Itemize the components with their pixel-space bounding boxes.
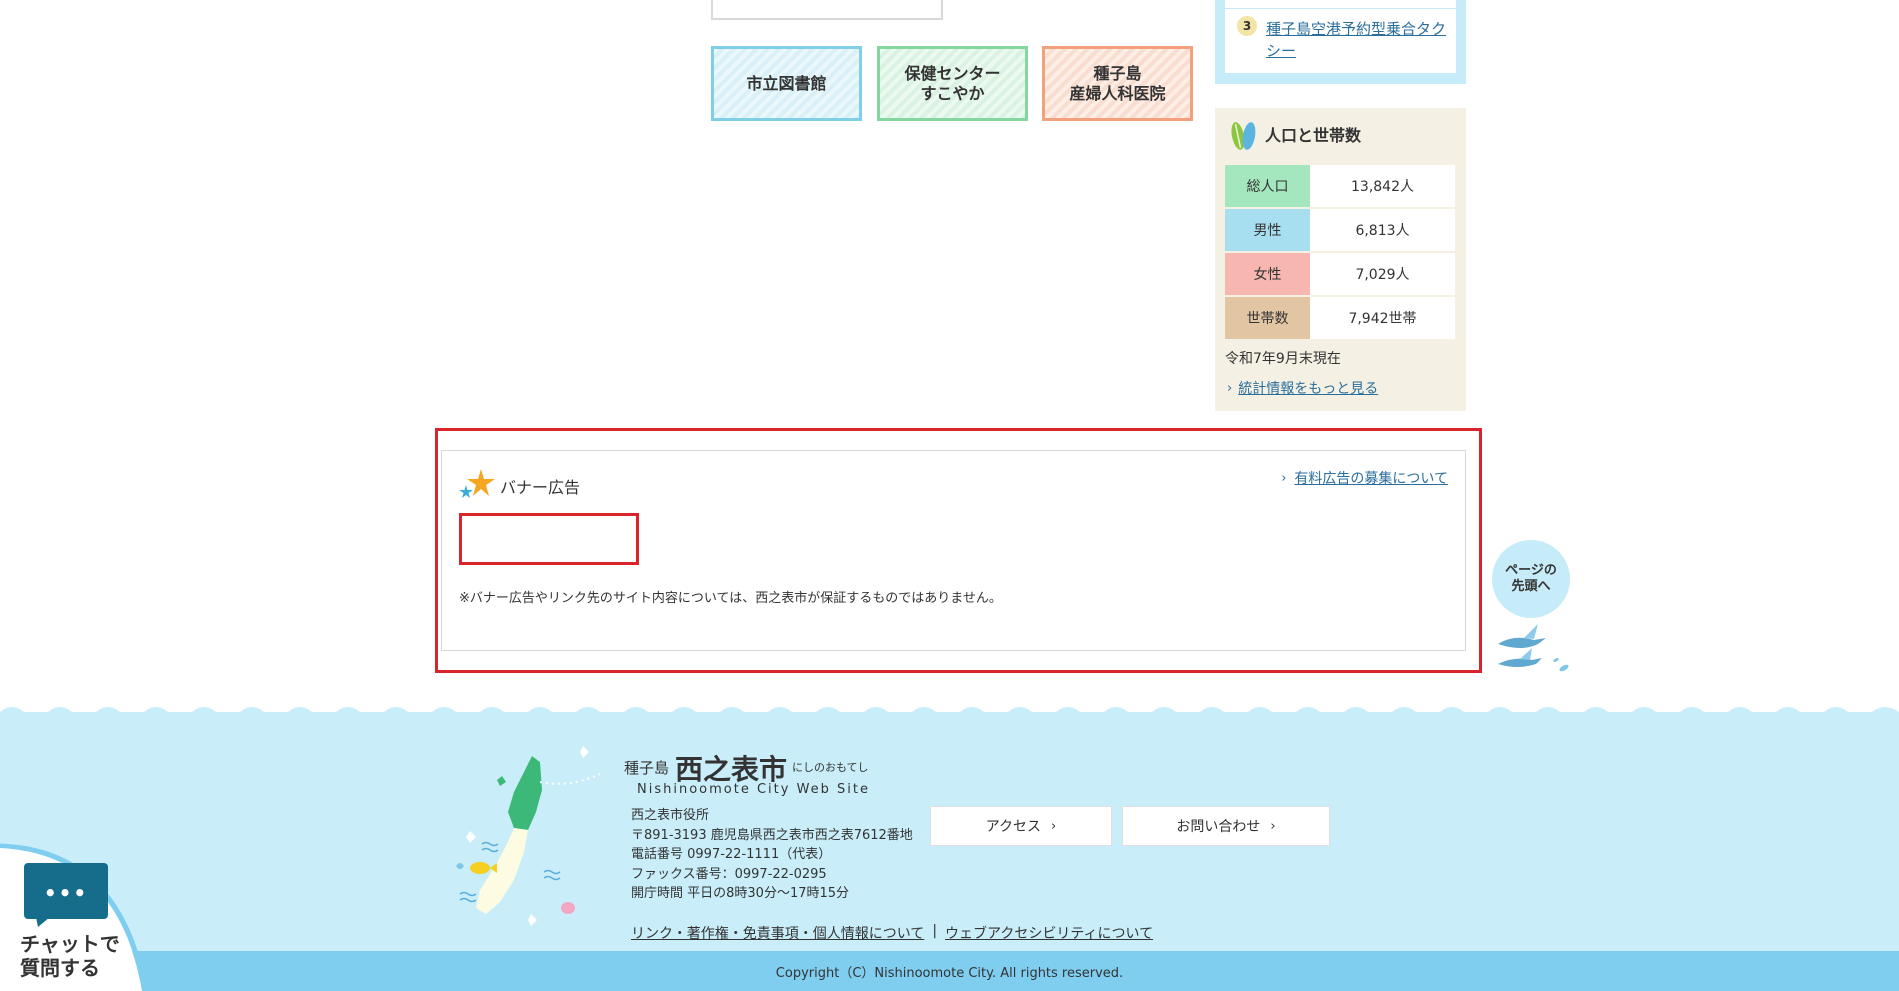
site-name-prefix: 種子島 xyxy=(624,759,670,777)
accessibility-link[interactable]: ウェブアクセシビリティについて xyxy=(945,923,1153,943)
island-map-icon xyxy=(456,746,600,926)
site-name-english: Nishinoomote City Web Site xyxy=(637,782,870,797)
paid-ad-link[interactable]: › 有料広告の募集について xyxy=(1281,468,1448,488)
quick-link-library[interactable]: 市立図書館 xyxy=(711,46,862,121)
banner-ad-slot[interactable] xyxy=(459,513,639,565)
chevron-right-icon: › xyxy=(1051,818,1057,834)
banner-disclaimer: ※バナー広告やリンク先のサイト内容については、西之表市が保証するものではありませ… xyxy=(459,591,1002,606)
ranking-box: 3 種子島空港予約型乗合タクシー xyxy=(1215,0,1466,84)
quick-link-hospital[interactable]: 種子島 産婦人科医院 xyxy=(1042,46,1193,121)
page-top-label: ページの 先頭へ xyxy=(1505,563,1557,594)
population-label: 総人口 xyxy=(1225,165,1310,207)
chat-bubble-icon: ••• xyxy=(24,863,108,919)
chevron-right-icon: › xyxy=(1227,380,1233,396)
office-phone: 電話番号 0997-22-1111（代表） xyxy=(631,847,832,862)
population-label: 女性 xyxy=(1225,253,1310,295)
office-name: 西之表市役所 xyxy=(631,808,710,823)
quick-link-label: 保健センター すこやか xyxy=(904,63,1001,103)
population-value: 6,813人 xyxy=(1310,209,1455,251)
page-top-bubble: ページの 先頭へ xyxy=(1492,540,1570,618)
population-value: 13,842人 xyxy=(1310,165,1455,207)
office-address: 〒891-3193 鹿児島県西之表市西之表7612番地 xyxy=(631,827,913,843)
ranking-number-badge: 3 xyxy=(1237,16,1257,36)
paid-ad-label: 有料広告の募集について xyxy=(1294,471,1448,487)
population-value: 7,942世帯 xyxy=(1310,297,1455,339)
ranking-item-link[interactable]: 種子島空港予約型乗合タクシー xyxy=(1266,18,1446,62)
banner-title: バナー広告 xyxy=(500,478,581,497)
office-hours: 開庁時間 平日の8時30分～17時15分 xyxy=(631,886,850,901)
statistics-more-label: 統計情報をもっと見る xyxy=(1238,381,1379,397)
chat-tail-icon xyxy=(36,917,50,927)
link-separator: | xyxy=(932,923,938,939)
statistics-more-link[interactable]: › 統計情報をもっと見る xyxy=(1227,378,1378,398)
banner-ad-section: バナー広告 › 有料広告の募集について ※バナー広告やリンク先のサイト内容につい… xyxy=(441,450,1466,651)
office-info: 西之表市役所 〒891-3193 鹿児島県西之表市西之表7612番地 電話番号 … xyxy=(631,806,913,904)
population-title: 人口と世帯数 xyxy=(1265,126,1362,145)
access-button[interactable]: アクセス › xyxy=(930,806,1112,846)
population-as-of: 令和7年9月末現在 xyxy=(1225,351,1341,367)
population-label: 世帯数 xyxy=(1225,297,1310,339)
partial-box xyxy=(711,0,943,20)
population-row: 男性 6,813人 xyxy=(1225,209,1455,251)
flying-fish-icon xyxy=(1498,624,1569,672)
ranking-divider xyxy=(1225,8,1456,9)
quick-link-label: 市立図書館 xyxy=(746,73,827,93)
population-row: 世帯数 7,942世帯 xyxy=(1225,297,1455,339)
chevron-right-icon: › xyxy=(1281,470,1287,486)
population-table: 総人口 13,842人 男性 6,813人 女性 7,029人 世帯数 7,94… xyxy=(1225,165,1455,341)
population-value: 7,029人 xyxy=(1310,253,1455,295)
population-row: 総人口 13,842人 xyxy=(1225,165,1455,207)
population-label: 男性 xyxy=(1225,209,1310,251)
contact-label: お問い合わせ xyxy=(1176,819,1261,835)
copyright-bar: Copyright（C）Nishinoomote City. All right… xyxy=(0,951,1899,991)
chat-label: チャットで 質問する xyxy=(20,932,120,980)
quick-link-health-center[interactable]: 保健センター すこやか xyxy=(877,46,1028,121)
chat-widget[interactable]: ••• チャットで 質問する xyxy=(0,840,150,991)
page-top-button[interactable]: ページの 先頭へ xyxy=(1492,540,1572,680)
contact-button[interactable]: お問い合わせ › xyxy=(1122,806,1330,846)
site-name-kana: にしのおもてし xyxy=(792,761,869,774)
copyright-text: Copyright（C）Nishinoomote City. All right… xyxy=(775,965,1124,981)
chevron-right-icon: › xyxy=(1270,818,1276,834)
starfish-icon xyxy=(459,469,495,498)
legal-link[interactable]: リンク・著作権・免責事項・個人情報について xyxy=(631,923,924,943)
population-box: 人口と世帯数 総人口 13,842人 男性 6,813人 女性 7,029人 世… xyxy=(1215,108,1466,411)
office-fax: ファックス番号：0997-22-0295 xyxy=(631,866,827,882)
access-label: アクセス xyxy=(985,819,1042,835)
chat-dots: ••• xyxy=(43,881,89,905)
surfboard-icon xyxy=(1231,122,1256,150)
population-row: 女性 7,029人 xyxy=(1225,253,1455,295)
footer-links: リンク・著作権・免責事項・個人情報について | ウェブアクセシビリティについて xyxy=(631,923,1153,943)
quick-link-label: 種子島 産婦人科医院 xyxy=(1069,63,1166,103)
